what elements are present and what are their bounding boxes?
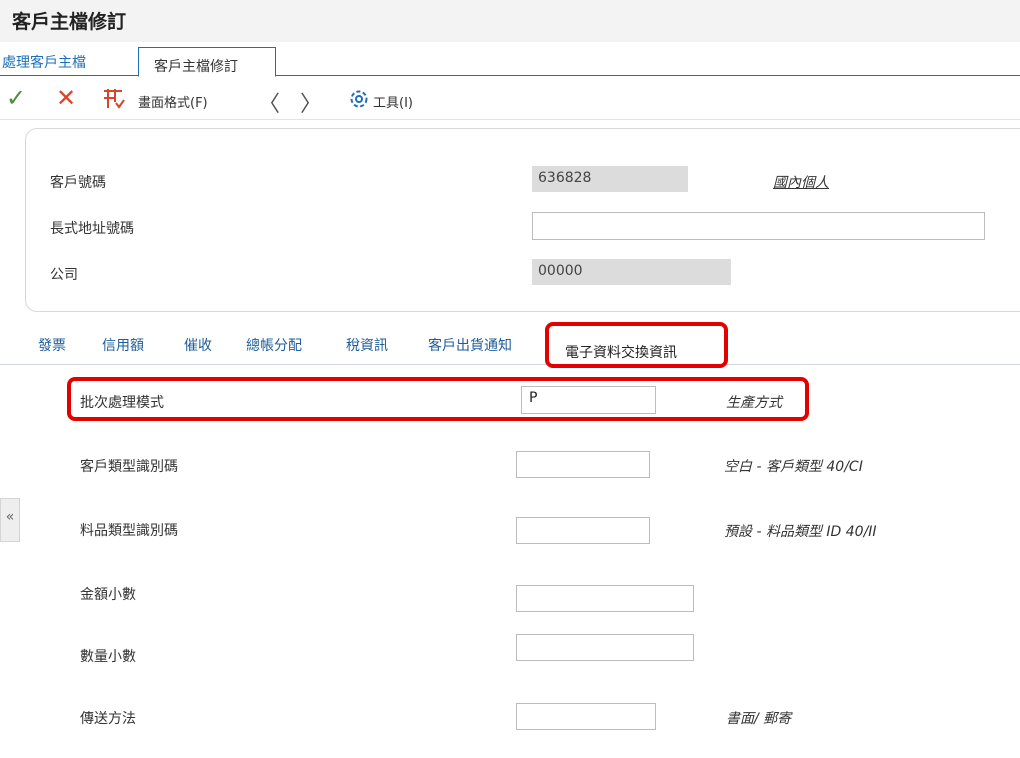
form-format-icon[interactable] — [102, 88, 126, 114]
form-format-menu[interactable]: 畫面格式(F) — [138, 92, 208, 111]
collapse-panel-handle[interactable]: « — [0, 498, 20, 542]
item-type-id-label: 料品類型識別碼 — [80, 523, 178, 539]
customer-number-label: 客戶號碼 — [50, 175, 106, 191]
customer-number-field: 636828 — [532, 166, 688, 192]
tab-process-customer-master[interactable]: 處理客戶主檔 — [2, 52, 86, 72]
long-address-label: 長式地址號碼 — [50, 221, 134, 237]
transmission-method-input[interactable] — [516, 703, 656, 730]
customer-type-link[interactable]: 國內個人 — [773, 172, 829, 192]
batch-mode-highlight — [67, 377, 809, 421]
quantity-decimals-input[interactable] — [516, 634, 694, 661]
toolbar: ✓ ✕ 畫面格式(F) 〈 〉 工具(I) — [0, 76, 1020, 120]
transmission-method-label: 傳送方法 — [80, 711, 136, 727]
gear-icon[interactable] — [348, 88, 370, 114]
customer-type-id-desc: 空白 - 客戶類型 40/CI — [724, 459, 863, 475]
item-type-id-input[interactable] — [516, 517, 650, 544]
breadcrumb-tabs: 處理客戶主檔 客戶主檔修訂 — [0, 42, 1020, 77]
cancel-x-icon[interactable]: ✕ — [56, 86, 76, 110]
next-chevron-icon[interactable]: 〉 — [300, 86, 322, 118]
detail-tabs: 發票 信用額 催收 總帳分配 稅資訊 客戶出貨通知 電子資料交換資訊 — [0, 325, 1020, 365]
amount-decimals-input[interactable] — [516, 585, 694, 612]
long-address-field[interactable] — [532, 212, 985, 240]
quantity-decimals-label: 數量小數 — [80, 649, 136, 665]
tab-customer-master-revision[interactable]: 客戶主檔修訂 — [138, 47, 276, 77]
company-label: 公司 — [50, 267, 78, 283]
ok-check-icon[interactable]: ✓ — [6, 86, 26, 110]
tab-collection[interactable]: 催收 — [184, 335, 212, 355]
customer-type-id-input[interactable] — [516, 451, 650, 478]
amount-decimals-label: 金額小數 — [80, 587, 136, 603]
customer-type-id-label: 客戶類型識別碼 — [80, 459, 178, 475]
tab-gl-distribution[interactable]: 總帳分配 — [246, 335, 302, 355]
edi-tab-highlight — [545, 322, 728, 368]
page-title: 客戶主檔修訂 — [12, 11, 127, 33]
tab-credit[interactable]: 信用額 — [102, 335, 144, 355]
item-type-id-desc: 預設 - 料品類型 ID 40/II — [724, 524, 877, 540]
tab-shipment-notice[interactable]: 客戶出貨通知 — [428, 335, 512, 355]
tab-tax-info[interactable]: 稅資訊 — [346, 335, 388, 355]
company-field: 00000 — [532, 259, 731, 285]
transmission-method-desc: 書面/ 郵寄 — [726, 711, 792, 727]
tab-invoice[interactable]: 發票 — [38, 335, 66, 355]
title-bar: 客戶主檔修訂 — [0, 0, 1020, 42]
tools-menu[interactable]: 工具(I) — [373, 92, 413, 111]
previous-chevron-icon[interactable]: 〈 — [258, 86, 280, 118]
double-chevron-left-icon: « — [5, 509, 15, 525]
